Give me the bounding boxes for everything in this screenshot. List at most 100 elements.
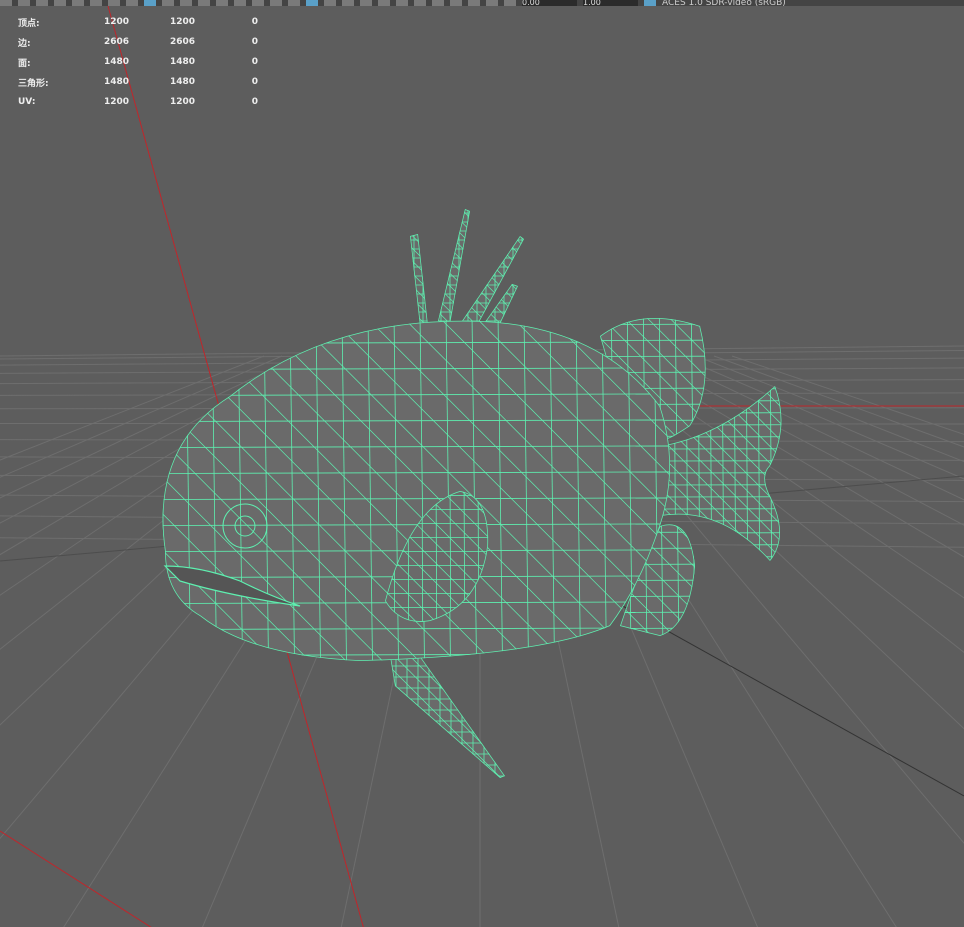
mesh-edge <box>0 228 964 231</box>
mesh-edge <box>0 6 26 927</box>
mesh-edge <box>112 6 122 927</box>
mesh-edge <box>787 6 964 927</box>
mesh-edge <box>820 6 964 927</box>
mesh-edge <box>750 6 964 927</box>
mesh-edge <box>0 197 964 199</box>
mesh-edge <box>944 6 954 927</box>
mesh-edge <box>863 6 964 927</box>
mesh-edge <box>928 6 938 927</box>
mesh-edge <box>0 887 964 888</box>
3d-viewport[interactable]: 顶点: 1200 1200 0 边: 2606 2606 0 面: 1480 1480 0 三角形… <box>0 6 964 927</box>
mesh-edge <box>913 6 964 927</box>
mesh-edge <box>0 677 964 678</box>
axis-line <box>0 830 152 927</box>
mesh-edge <box>0 691 964 692</box>
mesh-edge <box>0 6 117 927</box>
mesh-edge <box>0 6 177 927</box>
mesh-edge <box>0 211 964 214</box>
mesh-edge <box>0 6 2 927</box>
mesh-edge <box>0 6 39 927</box>
mesh-edge <box>0 701 964 703</box>
mesh-edge <box>0 724 964 727</box>
mesh-edge <box>0 731 964 734</box>
mesh-edge <box>913 6 964 927</box>
mesh-edge <box>926 6 964 927</box>
mesh-edge <box>850 6 964 927</box>
mesh-edge <box>912 6 922 927</box>
mesh-edge <box>48 6 58 927</box>
mesh-edge <box>869 6 964 927</box>
mesh-edge <box>0 260 964 263</box>
mesh-edge <box>0 6 109 927</box>
mesh-edge <box>0 6 13 927</box>
mesh-edge <box>0 276 964 279</box>
mesh-edge <box>0 836 964 839</box>
mesh-edge <box>0 185 964 188</box>
mesh-edge <box>0 868 964 871</box>
mesh-edge <box>0 887 964 890</box>
mesh-edge <box>737 6 964 927</box>
mesh-edge <box>850 6 964 927</box>
heads-up-poly-count: 顶点: 1200 1200 0 边: 2606 2606 0 面: 1480 1480 0 三角形… <box>18 12 258 112</box>
mesh-edge <box>0 6 120 927</box>
mesh-edge <box>839 6 964 927</box>
mesh-edge <box>0 820 964 823</box>
mesh-edge <box>840 6 846 927</box>
mesh-edge <box>901 6 964 927</box>
mesh-edge <box>80 6 90 927</box>
mesh-edge <box>737 6 964 927</box>
mesh-edge <box>0 209 964 211</box>
mesh-edge <box>918 6 964 927</box>
mesh-edge <box>864 6 870 927</box>
mesh-edge <box>816 6 822 927</box>
mesh-edge <box>0 6 102 927</box>
mesh-edge <box>0 173 964 175</box>
mesh-edge <box>0 116 964 119</box>
mesh-edge <box>128 6 138 927</box>
mesh-edge <box>800 6 964 927</box>
mesh-edge <box>0 132 964 135</box>
mesh-edge <box>762 6 964 927</box>
mesh-edge <box>737 6 964 927</box>
mesh-edge <box>0 6 187 927</box>
mesh-edge <box>0 6 26 927</box>
mesh-edge <box>0 663 964 664</box>
stat-value: 1200 <box>104 97 130 107</box>
mesh-edge <box>0 852 964 855</box>
mesh-edge <box>912 6 922 927</box>
mesh-edge <box>0 6 8 927</box>
mesh-edge <box>938 6 942 927</box>
mesh-edge <box>882 6 886 927</box>
mesh-edge <box>0 789 964 790</box>
mesh-edge <box>800 6 964 927</box>
mesh-edge <box>0 916 964 919</box>
mesh-edge <box>0 857 964 859</box>
mesh-edge <box>0 6 198 927</box>
mesh-edge <box>960 6 964 927</box>
mesh-edge <box>0 6 64 927</box>
viewport-scene[interactable] <box>0 6 964 927</box>
mesh-edge <box>0 6 181 927</box>
fish-wireframe-mesh <box>0 6 964 927</box>
mesh-edge <box>762 6 964 927</box>
mesh-edge <box>112 6 116 927</box>
mesh-edge <box>12 6 18 927</box>
mesh-edge <box>0 884 964 887</box>
mesh-edge <box>0 775 964 776</box>
mesh-edge <box>0 869 964 871</box>
mesh-edge <box>156 6 162 927</box>
mesh-edge <box>0 145 964 146</box>
mesh-edge <box>0 772 964 775</box>
mesh-edge <box>899 6 964 927</box>
mesh-edge <box>0 797 964 799</box>
mesh-edge <box>0 117 964 118</box>
mesh-edge <box>0 212 964 215</box>
mesh-edge <box>0 821 964 823</box>
mesh-edge <box>0 845 964 847</box>
mesh-edge <box>0 6 139 927</box>
mesh-edge <box>132 6 138 927</box>
stat-row-uvs: UV: 1200 1200 0 <box>18 92 258 112</box>
mesh-edge <box>0 6 152 927</box>
stat-row-faces: 面: 1480 1480 0 <box>18 52 258 72</box>
mesh-edge <box>0 713 964 715</box>
